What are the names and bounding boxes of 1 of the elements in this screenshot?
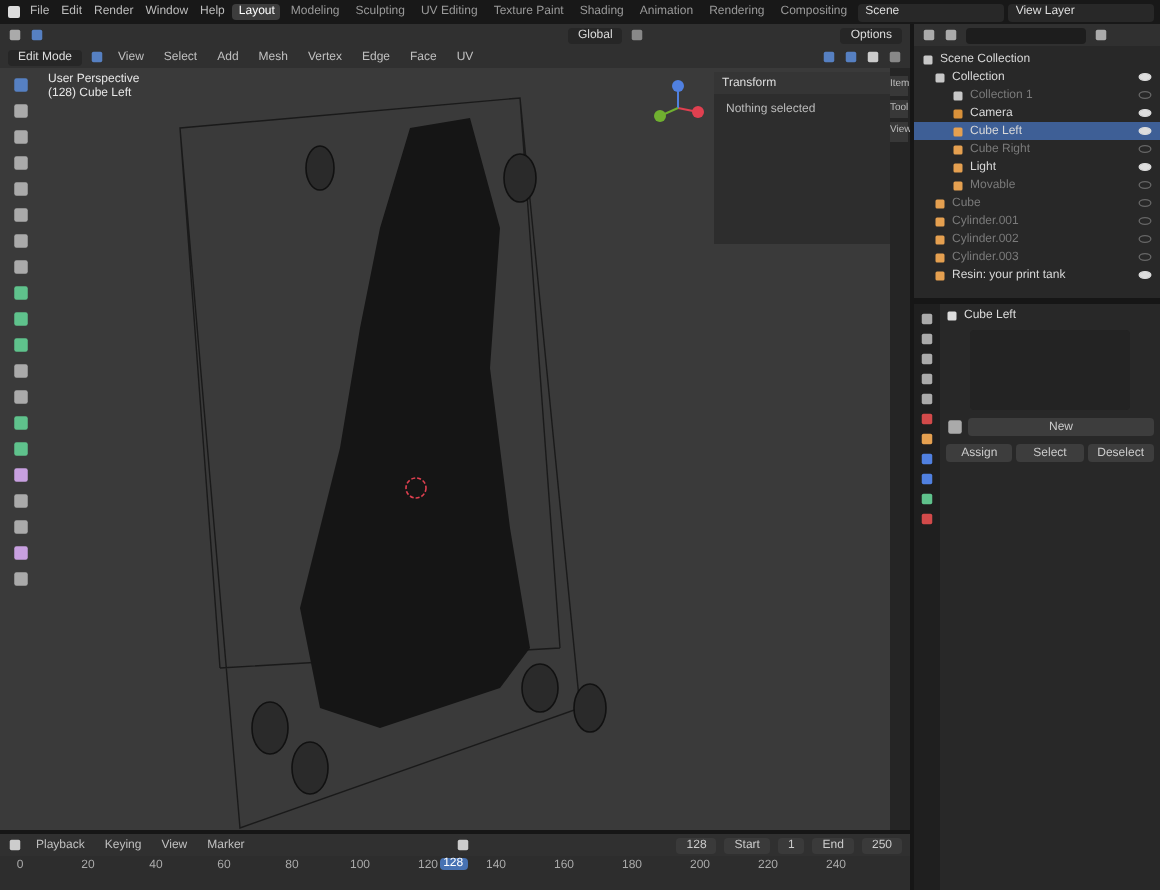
- search-field[interactable]: [966, 27, 1086, 43]
